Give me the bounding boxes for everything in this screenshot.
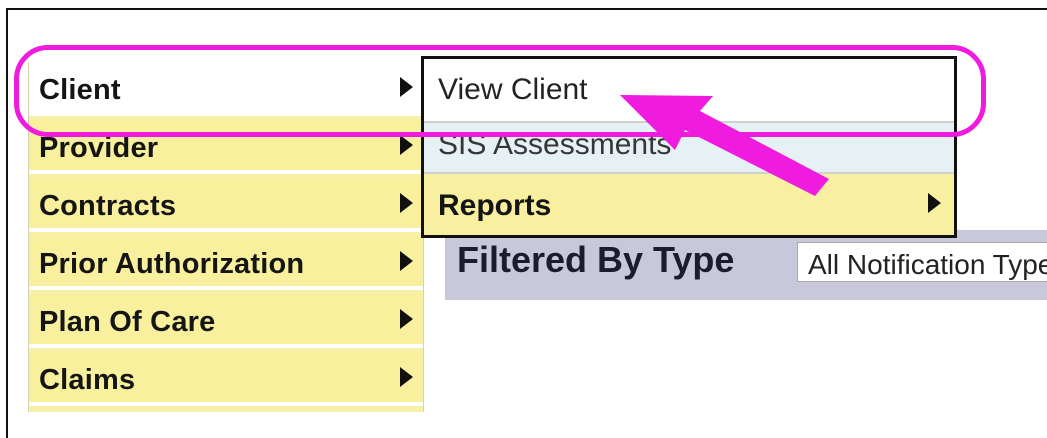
menu-item-claims[interactable]: Claims [29,352,423,406]
submenu-item-label: Reports [438,189,552,222]
submenu-item-label: View Client [438,73,588,106]
notification-type-select[interactable]: All Notification Types [797,242,1047,282]
menu-item-label: Contracts [39,190,177,222]
menu-item-prior-authorization[interactable]: Prior Authorization [29,236,423,290]
menu-item-provider[interactable]: Provider [29,120,423,174]
submenu-item-sis-assessments[interactable]: SIS Assessments [424,123,954,174]
menu-item-label: Plan Of Care [39,306,216,338]
filter-label: Filtered By Type [457,239,735,280]
filter-bar: Filtered By Type All Notification Types [445,230,1047,300]
menu-item-plan-of-care[interactable]: Plan Of Care [29,294,423,348]
submenu-arrow-icon [400,77,413,97]
menu-item-label: Provider [39,132,159,164]
submenu-item-view-client[interactable]: View Client [424,59,954,123]
menu-item-label: Client [39,74,121,106]
submenu-arrow-icon [400,135,413,155]
menu-item-label: Prior Authorization [39,248,305,280]
submenu-arrow-icon [400,193,413,213]
client-submenu: View Client SIS Assessments Reports [421,56,957,238]
menu-item-label: Claims [39,364,136,396]
menu-item-contracts[interactable]: Contracts [29,178,423,232]
submenu-item-reports[interactable]: Reports [424,174,954,235]
submenu-arrow-icon [400,367,413,387]
submenu-arrow-icon [400,251,413,271]
submenu-arrow-icon [400,309,413,329]
notification-type-value: All Notification Types [808,249,1047,280]
submenu-item-label: SIS Assessments [438,128,672,161]
menu-item-client[interactable]: Client [29,62,423,116]
main-menu: Client Provider Contracts Prior Authoriz… [28,62,424,412]
submenu-arrow-icon [928,193,941,213]
